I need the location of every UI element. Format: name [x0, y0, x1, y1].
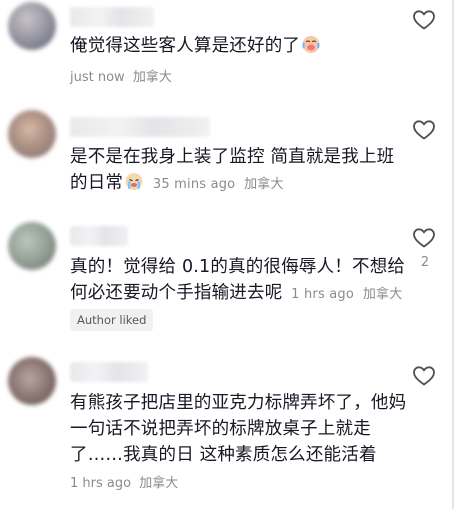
- heart-icon[interactable]: [412, 364, 436, 388]
- comment-meta: 1 hrs ago 加拿大: [70, 472, 178, 491]
- comment-meta: just now 加拿大: [70, 66, 172, 85]
- location: 加拿大: [362, 287, 403, 302]
- comment-text: 有熊孩子把店里的亚克力标牌弄坏了，他妈 一句话不说把弄坏的标牌放桌子上就走 了……: [70, 393, 407, 465]
- timestamp: 1 hrs ago: [70, 476, 132, 491]
- like-count: 2: [420, 255, 430, 270]
- avatar[interactable]: [8, 357, 56, 405]
- comment-text-continued: 何必还要动个手指输进去呢 1 hrs ago 加拿大: [70, 283, 403, 303]
- avatar[interactable]: [8, 110, 56, 158]
- timestamp: 1 hrs ago: [291, 287, 355, 302]
- location: 加拿大: [139, 476, 179, 491]
- username[interactable]: [70, 226, 128, 246]
- author-liked-badge: Author liked: [70, 309, 154, 331]
- location: 加拿大: [244, 177, 284, 192]
- comment-text: 俺觉得这些客人算是还好的了: [70, 33, 410, 59]
- heart-icon[interactable]: [412, 118, 436, 142]
- username[interactable]: [70, 117, 210, 137]
- crying-laughing-emoji-icon: [301, 34, 321, 54]
- crying-face-emoji-icon: [124, 171, 144, 191]
- heart-icon[interactable]: [412, 8, 436, 32]
- comment-text: 是不是在我身上装了监控 简直就是我上班: [70, 147, 395, 167]
- username[interactable]: [70, 7, 154, 27]
- timestamp: just now: [70, 70, 125, 85]
- comment-text-continued: 的日常 35 mins ago 加拿大: [70, 171, 284, 193]
- comment-text: 真的！觉得给 0.1的真的很侮辱人！不想给: [70, 257, 406, 277]
- location: 加拿大: [132, 70, 172, 85]
- avatar[interactable]: [8, 2, 56, 50]
- avatar[interactable]: [8, 222, 56, 270]
- timestamp: 35 mins ago: [152, 177, 236, 192]
- heart-icon[interactable]: [412, 226, 436, 250]
- username[interactable]: [70, 362, 148, 382]
